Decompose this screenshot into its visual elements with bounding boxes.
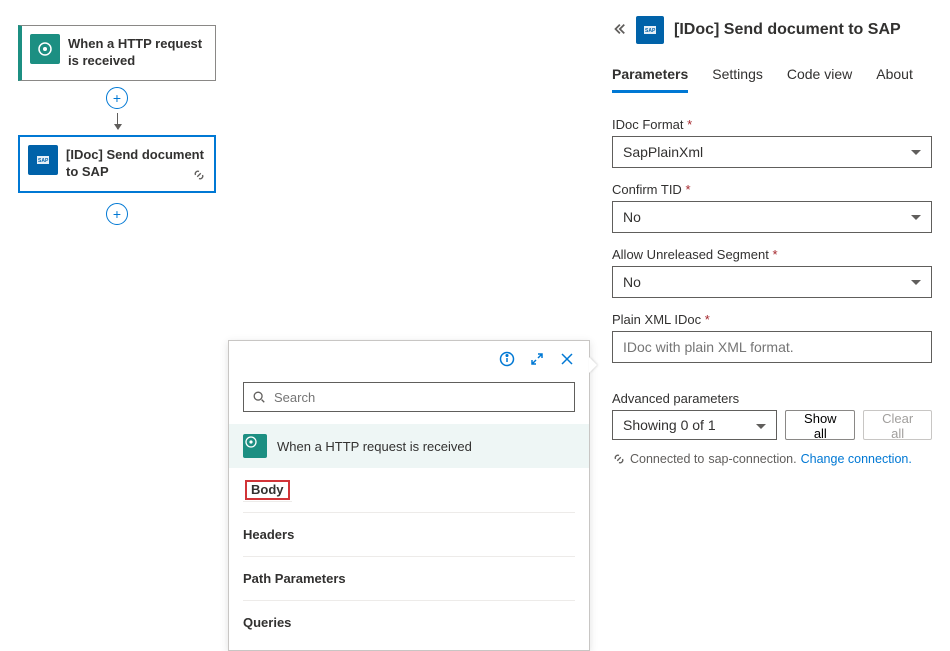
expand-icon[interactable] <box>529 351 545 372</box>
popup-arrow <box>589 357 597 373</box>
popup-item-queries[interactable]: Queries <box>243 601 575 644</box>
svg-text:SAP: SAP <box>645 28 656 34</box>
tab-settings[interactable]: Settings <box>712 66 763 93</box>
popup-item-headers[interactable]: Headers <box>243 513 575 557</box>
popup-section-header: When a HTTP request is received <box>229 424 589 468</box>
tab-about[interactable]: About <box>876 66 913 93</box>
arrow-down-icon <box>117 113 118 129</box>
close-icon[interactable] <box>559 351 575 372</box>
panel-sap-icon: SAP <box>636 16 664 44</box>
search-box[interactable] <box>243 382 575 412</box>
connection-icon <box>612 452 626 466</box>
action-node[interactable]: SAP [IDoc] Send document to SAP <box>18 135 216 193</box>
confirm-tid-label: Confirm TID * <box>612 182 932 197</box>
allow-unreleased-label: Allow Unreleased Segment * <box>612 247 932 262</box>
search-input[interactable] <box>274 390 566 405</box>
panel-title: [IDoc] Send document to SAP <box>674 21 901 39</box>
connection-info: Connected to sap-connection. Change conn… <box>612 452 932 466</box>
plain-xml-label: Plain XML IDoc * <box>612 312 932 327</box>
sap-icon: SAP <box>28 145 58 175</box>
trigger-node[interactable]: When a HTTP request is received <box>18 25 216 81</box>
http-trigger-icon-small <box>243 434 267 458</box>
connector-2: + <box>18 193 216 225</box>
popup-section-title: When a HTTP request is received <box>277 439 472 454</box>
info-icon[interactable] <box>499 351 515 372</box>
confirm-tid-select[interactable]: No <box>612 201 932 233</box>
idoc-format-select[interactable]: SapPlainXml <box>612 136 932 168</box>
popup-item-body[interactable]: Body <box>243 478 292 502</box>
plain-xml-input[interactable] <box>612 331 932 363</box>
dynamic-content-popup: When a HTTP request is received Body Hea… <box>228 340 590 651</box>
connector: + <box>18 81 216 129</box>
tab-code-view[interactable]: Code view <box>787 66 852 93</box>
popup-item-path-parameters[interactable]: Path Parameters <box>243 557 575 601</box>
allow-unreleased-select[interactable]: No <box>612 266 932 298</box>
show-all-button[interactable]: Show all <box>785 410 855 440</box>
collapse-icon[interactable] <box>612 22 626 39</box>
advanced-label: Advanced parameters <box>612 391 932 406</box>
advanced-select[interactable]: Showing 0 of 1 <box>612 410 777 440</box>
svg-text:SAP: SAP <box>38 158 49 164</box>
link-icon <box>192 168 206 185</box>
http-trigger-icon <box>30 34 60 64</box>
clear-all-button: Clear all <box>863 410 932 440</box>
change-connection-link[interactable]: Change connection. <box>801 452 912 466</box>
properties-panel: SAP [IDoc] Send document to SAP Paramete… <box>594 0 950 650</box>
idoc-format-label: IDoc Format * <box>612 117 932 132</box>
search-icon <box>252 390 266 404</box>
tab-parameters[interactable]: Parameters <box>612 66 688 93</box>
trigger-title: When a HTTP request is received <box>68 26 215 80</box>
add-step-button[interactable]: + <box>106 87 128 109</box>
tabs: Parameters Settings Code view About <box>612 66 932 93</box>
add-step-button-2[interactable]: + <box>106 203 128 225</box>
